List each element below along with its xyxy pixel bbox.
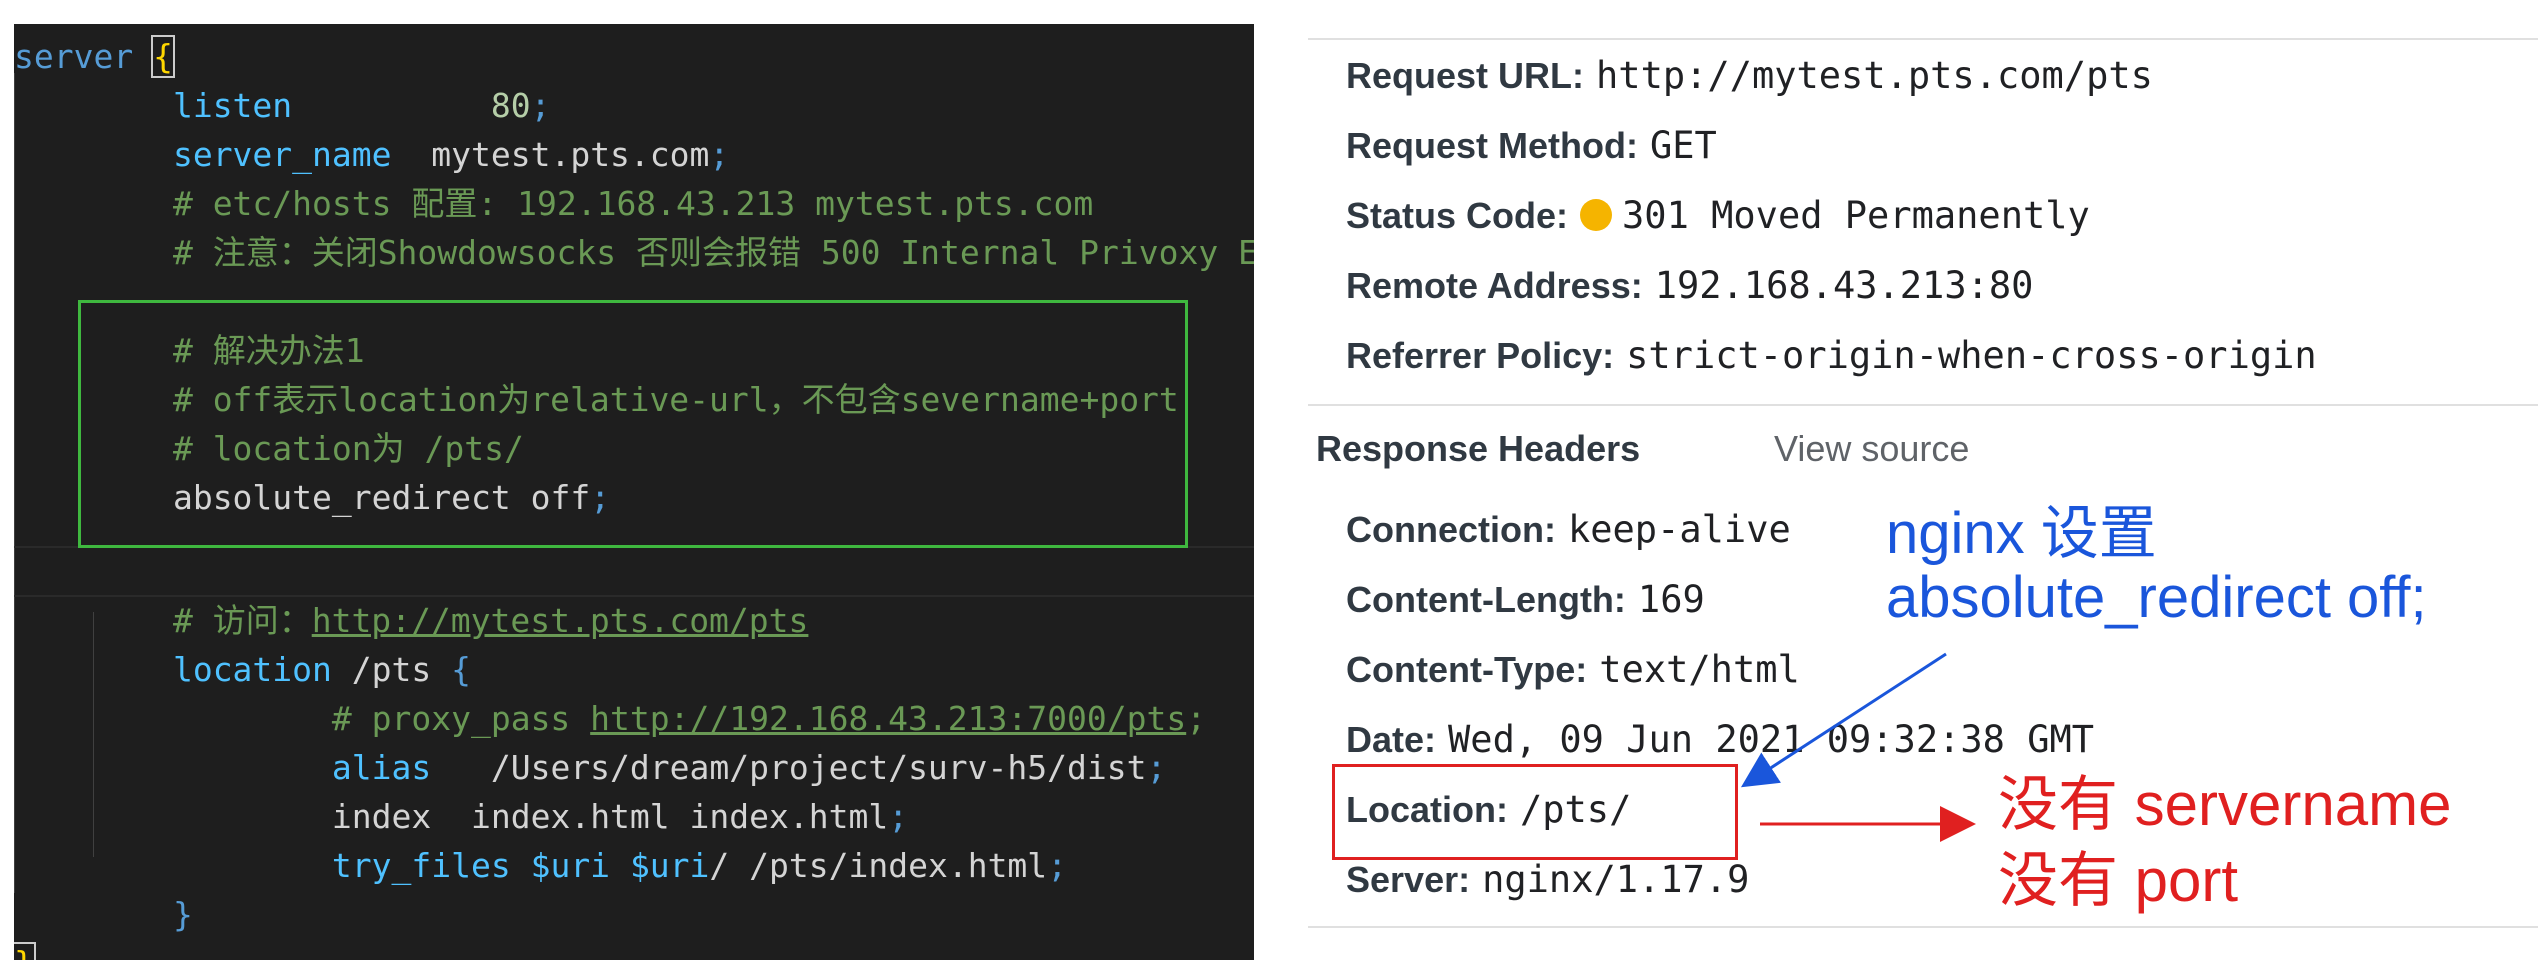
annotation-arrows xyxy=(1740,652,1976,842)
blue-arrow xyxy=(1740,652,1947,788)
